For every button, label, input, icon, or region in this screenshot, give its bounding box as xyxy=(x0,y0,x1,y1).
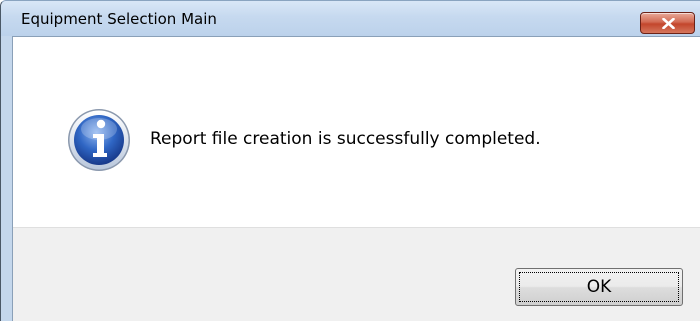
close-button[interactable] xyxy=(640,12,695,34)
dialog-body: Report file creation is successfully com… xyxy=(12,36,700,321)
message-text: Report file creation is successfully com… xyxy=(150,129,541,149)
button-bar: OK xyxy=(13,227,700,321)
ok-button-label: OK xyxy=(519,272,679,302)
window-title: Equipment Selection Main xyxy=(21,10,217,28)
close-icon xyxy=(662,18,675,29)
message-dialog-window: Equipment Selection Main Report file cre… xyxy=(0,0,700,321)
info-icon xyxy=(68,109,130,171)
title-bar[interactable]: Equipment Selection Main xyxy=(1,1,700,36)
message-area: Report file creation is successfully com… xyxy=(13,37,700,227)
ok-button[interactable]: OK xyxy=(515,268,683,306)
